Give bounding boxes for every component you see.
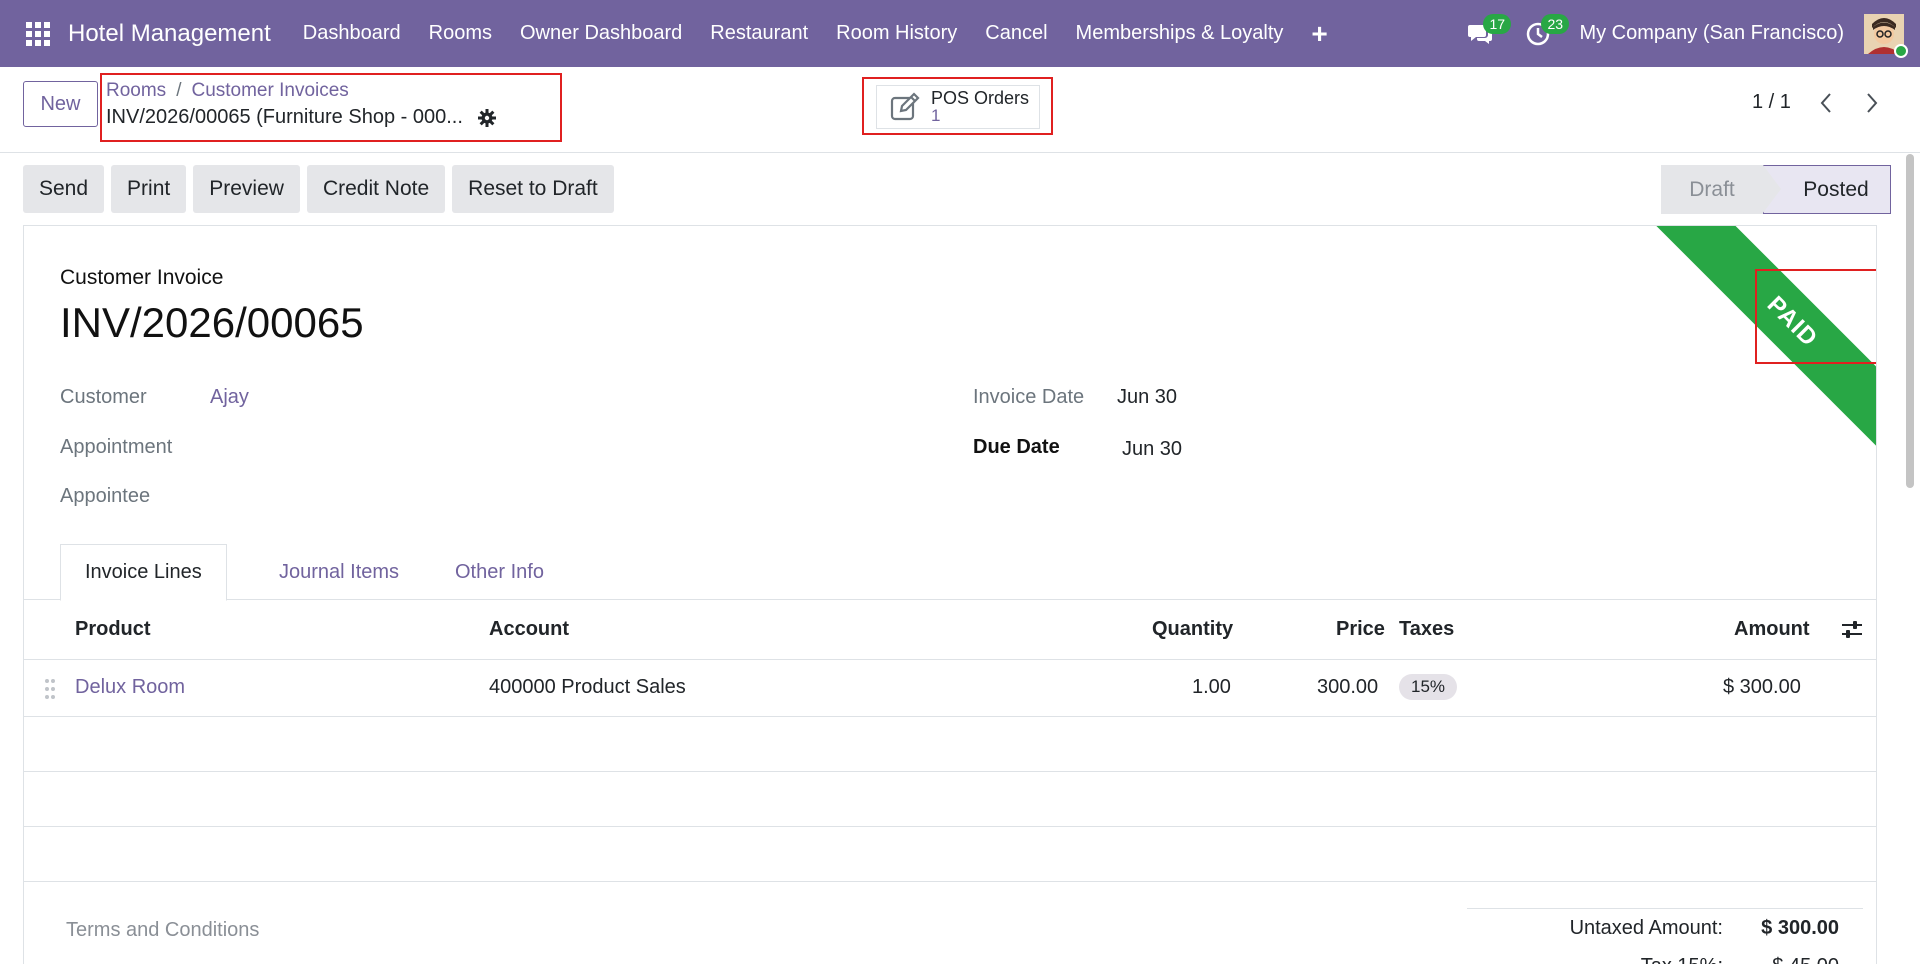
tab-other-info[interactable]: Other Info — [431, 544, 568, 600]
breadcrumb-highlight-box: Rooms / Customer Invoices INV/2026/00065 (… — [100, 73, 562, 142]
tax-label: Tax 15%: — [1641, 955, 1723, 964]
column-product[interactable]: Product — [75, 618, 151, 641]
apps-grid-icon[interactable] — [10, 0, 66, 67]
messages-count-badge: 17 — [1483, 14, 1512, 34]
pos-orders-smart-button[interactable]: POS Orders 1 — [876, 85, 1040, 129]
main-menu: Dashboard Rooms Owner Dashboard Restaura… — [289, 0, 1342, 67]
invoice-date-field[interactable]: Jun 30 — [1117, 386, 1177, 409]
cell-account[interactable]: 400000 Product Sales — [489, 676, 686, 699]
invoice-number: INV/2026/00065 — [60, 299, 364, 346]
new-button[interactable]: New — [23, 81, 98, 127]
scrollbar-thumb[interactable] — [1906, 154, 1914, 488]
column-account[interactable]: Account — [489, 618, 569, 641]
tax-badge[interactable]: 15% — [1399, 674, 1458, 700]
reset-to-draft-button[interactable]: Reset to Draft — [452, 165, 614, 213]
action-bar: Send Print Preview Credit Note Reset to … — [23, 165, 614, 213]
print-button[interactable]: Print — [111, 165, 187, 213]
gear-icon[interactable] — [477, 108, 497, 128]
breadcrumb-rooms[interactable]: Rooms — [106, 80, 166, 101]
terms-and-conditions[interactable]: Terms and Conditions — [66, 919, 259, 942]
pager-next-button[interactable] — [1860, 89, 1884, 117]
user-avatar[interactable] — [1864, 13, 1908, 58]
invoice-lines-table: Product Account Quantity Price Taxes Amo… — [24, 600, 1876, 882]
breadcrumb-separator: / — [176, 80, 182, 101]
empty-row[interactable] — [24, 827, 1876, 882]
send-button[interactable]: Send — [23, 165, 105, 213]
activities-count-badge: 23 — [1541, 14, 1570, 34]
drag-handle-icon[interactable] — [44, 678, 56, 700]
column-price[interactable]: Price — [1336, 618, 1385, 641]
chevron-left-icon — [1820, 93, 1831, 113]
appointment-label: Appointment — [60, 436, 173, 458]
document-type: Customer Invoice — [60, 266, 224, 289]
menu-item-cancel[interactable]: Cancel — [971, 0, 1061, 67]
invoice-date-label: Invoice Date — [973, 386, 1085, 408]
status-bar: Draft Posted — [1661, 165, 1891, 214]
edit-icon — [890, 92, 920, 121]
customer-label: Customer — [60, 386, 147, 408]
record-title: INV/2026/00065 (Furniture Shop - 000... — [106, 106, 497, 129]
status-posted[interactable]: Posted — [1763, 165, 1891, 214]
cell-product[interactable]: Delux Room — [75, 676, 185, 699]
due-date-label: Due Date — [973, 436, 1060, 458]
menu-item-rooms[interactable]: Rooms — [415, 0, 506, 67]
table-row[interactable]: Delux Room 400000 Product Sales 1.00 300… — [24, 660, 1876, 717]
cell-amount: $ 300.00 — [1723, 676, 1801, 698]
cell-quantity[interactable]: 1.00 — [1192, 676, 1231, 699]
table-header: Product Account Quantity Price Taxes Amo… — [24, 600, 1876, 660]
menu-item-dashboard[interactable]: Dashboard — [289, 0, 415, 67]
appointment-field[interactable] — [210, 434, 910, 462]
menu-item-owner-dashboard[interactable]: Owner Dashboard — [506, 0, 696, 67]
column-taxes[interactable]: Taxes — [1399, 618, 1454, 641]
notebook-tabs: Invoice Lines Journal Items Other Info — [24, 544, 1876, 601]
breadcrumb-customer-invoices[interactable]: Customer Invoices — [191, 80, 348, 101]
tax-row: Tax 15%: $ 45.00 — [1467, 955, 1863, 964]
systray: 17 23 My Company (San Francisco) — [1451, 0, 1920, 67]
breadcrumb: Rooms / Customer Invoices — [106, 80, 349, 102]
menu-item-room-history[interactable]: Room History — [822, 0, 971, 67]
menu-item-memberships-loyalty[interactable]: Memberships & Loyalty — [1062, 0, 1298, 67]
online-status-dot — [1894, 43, 1908, 58]
column-quantity[interactable]: Quantity — [1152, 618, 1233, 641]
pos-orders-highlight-box: POS Orders 1 — [862, 77, 1053, 135]
appointee-field[interactable] — [210, 483, 910, 511]
optional-columns-icon[interactable] — [1840, 618, 1864, 642]
activities-button[interactable]: 23 — [1509, 0, 1570, 67]
untaxed-amount-row: Untaxed Amount: $ 300.00 — [1467, 917, 1863, 947]
untaxed-amount-label: Untaxed Amount: — [1569, 917, 1723, 939]
company-switcher[interactable]: My Company (San Francisco) — [1579, 22, 1844, 45]
cell-price[interactable]: 300.00 — [1317, 676, 1378, 699]
status-draft[interactable]: Draft — [1661, 165, 1763, 214]
chevron-right-icon — [1867, 93, 1878, 113]
page-scrollbar[interactable] — [1904, 154, 1916, 964]
app-brand[interactable]: Hotel Management — [68, 20, 271, 48]
invoice-form-sheet: PAID Customer Invoice INV/2026/00065 Cus… — [23, 225, 1877, 964]
customer-field[interactable]: Ajay — [210, 386, 249, 409]
tax-value: $ 45.00 — [1772, 955, 1839, 964]
tab-journal-items[interactable]: Journal Items — [255, 544, 423, 600]
totals-summary: Untaxed Amount: $ 300.00 Tax 15%: $ 45.0… — [1467, 908, 1863, 964]
appointee-label: Appointee — [60, 485, 151, 507]
record-title-text: INV/2026/00065 (Furniture Shop - 000... — [106, 106, 463, 128]
untaxed-amount-value: $ 300.00 — [1761, 917, 1839, 939]
paid-highlight-box — [1755, 269, 1876, 364]
top-navbar: Hotel Management Dashboard Rooms Owner D… — [0, 0, 1920, 67]
menu-item-restaurant[interactable]: Restaurant — [696, 0, 822, 67]
pos-orders-count: 1 — [931, 106, 941, 125]
due-date-field[interactable]: Jun 30 — [1122, 438, 1182, 461]
credit-note-button[interactable]: Credit Note — [306, 165, 446, 213]
messages-button[interactable]: 17 — [1451, 0, 1512, 67]
menu-plus-button[interactable]: + — [1297, 0, 1341, 67]
column-amount[interactable]: Amount — [1734, 618, 1810, 641]
preview-button[interactable]: Preview — [193, 165, 300, 213]
pos-orders-label: POS Orders — [931, 88, 1030, 108]
tab-invoice-lines[interactable]: Invoice Lines — [60, 544, 227, 601]
empty-row[interactable] — [24, 772, 1876, 827]
control-panel: New Rooms / Customer Invoices INV/2026/000… — [0, 67, 1920, 153]
pager-value[interactable]: 1 / 1 — [1752, 91, 1791, 114]
pager-previous-button[interactable] — [1814, 89, 1838, 117]
empty-row[interactable] — [24, 717, 1876, 772]
